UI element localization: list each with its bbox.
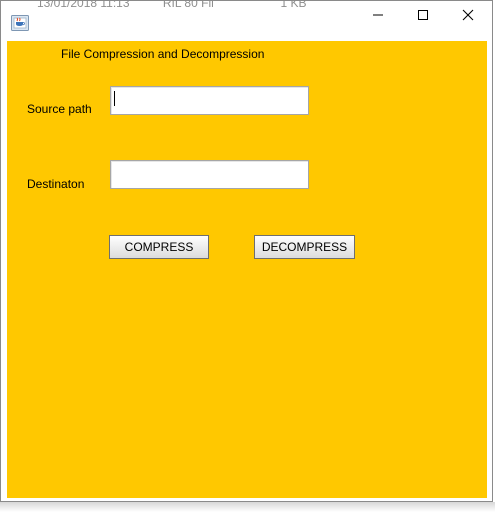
close-button[interactable] [445,1,491,33]
source-path-label: Source path [27,102,92,116]
java-cup-icon [11,15,29,31]
compress-button[interactable]: COMPRESS [109,235,209,259]
source-path-input[interactable] [110,86,309,115]
close-icon [462,8,474,26]
main-panel: File Compression and Decompression Sourc… [7,41,487,498]
maximize-icon [417,8,429,26]
background-window-text: 13/01/2018 11:13 RIL 80 Fil 1 KB [37,1,307,9]
page-title: File Compression and Decompression [61,47,265,61]
text-caret [114,91,115,106]
app-window: 13/01/2018 11:13 RIL 80 Fil 1 KB File Co… [0,0,493,502]
window-shadow [0,502,495,512]
destination-label: Destinaton [27,177,85,191]
minimize-icon [372,8,384,26]
maximize-button[interactable] [400,1,446,33]
minimize-button[interactable] [355,1,401,33]
destination-input[interactable] [110,160,309,189]
title-bar[interactable]: 13/01/2018 11:13 RIL 80 Fil 1 KB [1,1,492,41]
decompress-button[interactable]: DECOMPRESS [254,235,355,259]
